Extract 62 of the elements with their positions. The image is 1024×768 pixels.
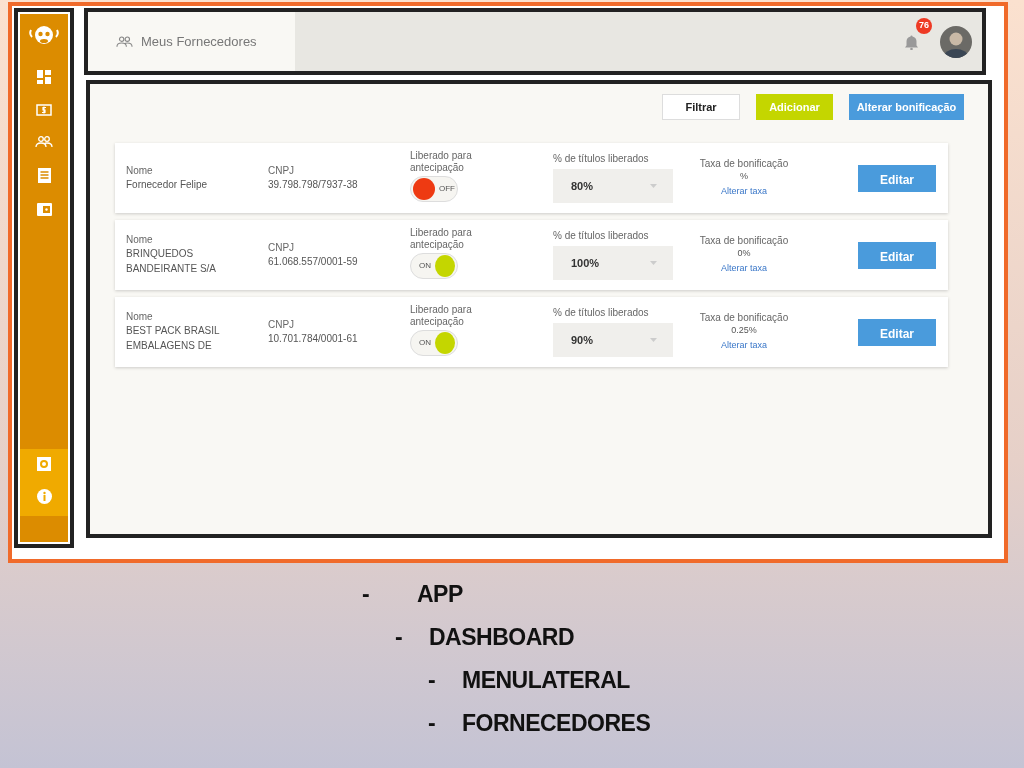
outline-item: FORNECEDORES <box>462 709 651 739</box>
change-rate-link[interactable]: Alterar taxa <box>721 263 767 273</box>
money-icon[interactable] <box>36 104 52 116</box>
outline-item: APP <box>417 580 463 610</box>
cnpj-value: 61.068.557/0001-59 <box>268 254 359 269</box>
edit-button[interactable]: Editar <box>858 164 936 192</box>
caret-icon <box>650 261 657 265</box>
change-rate-link[interactable]: Alterar taxa <box>721 340 767 350</box>
edit-button[interactable]: Editar <box>858 241 936 269</box>
document-icon[interactable] <box>37 168 51 183</box>
percent-select[interactable]: 100% <box>553 246 673 280</box>
cnpj-value: 10.701.784/0001-61 <box>268 331 359 346</box>
field-label: Nome <box>126 311 154 323</box>
bullet: - <box>428 666 437 696</box>
change-rate-link[interactable]: Alterar taxa <box>721 186 767 196</box>
supplier-name: Fornecedor Felipe <box>126 177 209 192</box>
bullet: - <box>395 623 404 653</box>
field-label: Liberado para antecipação <box>410 304 473 328</box>
field-label: % de títulos liberados <box>553 153 650 165</box>
rate-value: 0% <box>736 246 752 260</box>
cnpj-value: 39.798.798/7937-38 <box>268 177 359 192</box>
avatar[interactable] <box>940 25 972 58</box>
action-button[interactable]: Alterar bonificação <box>849 94 964 120</box>
field-label: Nome <box>126 164 154 177</box>
percent-select[interactable]: 80% <box>553 169 673 203</box>
outline-item: MENULATERAL <box>462 666 630 696</box>
field-label: Liberado para antecipação <box>410 227 473 251</box>
wallet-icon[interactable] <box>36 203 52 216</box>
page-title: Meus Fornecedores <box>141 32 257 51</box>
field-label: Nome <box>126 234 154 246</box>
field-label: Liberado para antecipação <box>410 150 473 174</box>
field-label: CNPJ <box>268 164 296 177</box>
field-label: Taxa de bonificação <box>698 311 790 324</box>
field-label: CNPJ <box>268 318 296 331</box>
bullet: - <box>362 580 371 610</box>
toggle-switch[interactable]: OFF <box>410 176 458 202</box>
page-tab[interactable]: Meus Fornecedores <box>88 12 295 71</box>
field-label: Taxa de bonificação <box>698 234 790 247</box>
field-label: % de títulos liberados <box>553 230 650 242</box>
outline-item: DASHBOARD <box>429 623 574 653</box>
bell-icon[interactable] <box>905 34 918 50</box>
edit-button[interactable]: Editar <box>858 318 936 346</box>
dashboard-icon[interactable] <box>37 70 51 84</box>
action-button[interactable]: Filtrar <box>662 94 740 120</box>
field-label: % de títulos liberados <box>553 307 650 319</box>
notification-badge: 76 <box>916 17 932 34</box>
caret-icon <box>650 338 657 342</box>
field-label: Taxa de bonificação <box>698 157 790 170</box>
supplier-name: BEST PACK BRASIL EMBALAGENS DE <box>126 324 221 353</box>
info-icon[interactable] <box>36 489 52 504</box>
percent-select[interactable]: 90% <box>553 323 673 357</box>
people-icon <box>116 35 133 48</box>
toggle-switch[interactable]: ON <box>410 330 458 356</box>
toggle-switch[interactable]: ON <box>410 253 458 279</box>
supplier-name: BRINQUEDOS BANDEIRANTE S/A <box>126 247 218 276</box>
field-label: CNPJ <box>268 241 296 254</box>
rate-value: % <box>739 169 749 183</box>
caret-icon <box>650 184 657 188</box>
rate-value: 0.25% <box>730 323 758 337</box>
people-icon[interactable] <box>35 136 53 148</box>
settings-icon[interactable] <box>37 457 51 471</box>
bullet: - <box>428 709 437 739</box>
